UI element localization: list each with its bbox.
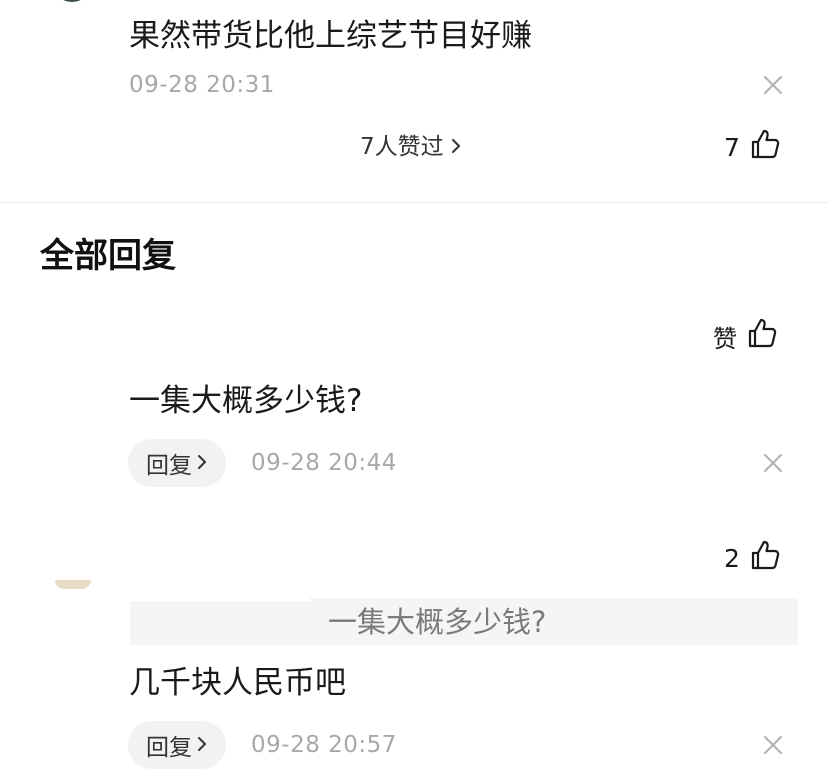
quoted-reply-text: 一集大概多少钱?	[328, 605, 547, 639]
thumbs-up-icon	[750, 128, 780, 166]
like-button[interactable]: 2	[724, 539, 780, 577]
avatar[interactable]	[55, 580, 91, 589]
thumbs-up-icon	[750, 539, 780, 577]
liked-by-link[interactable]: 7人赞过	[360, 131, 462, 163]
reply-text: 几千块人民币吧	[129, 665, 346, 701]
close-icon[interactable]	[762, 452, 784, 474]
reply-time: 09-28 20:57	[251, 732, 397, 758]
reply-button-label: 回复	[146, 453, 192, 479]
liked-by-label: 7人赞过	[360, 134, 444, 160]
like-count: 2	[724, 543, 740, 573]
like-button[interactable]: 7	[724, 128, 780, 166]
like-button[interactable]: 赞	[713, 317, 777, 355]
like-count: 7	[724, 132, 740, 162]
avatar[interactable]	[52, 0, 92, 2]
reply-button-label: 回复	[146, 735, 192, 761]
thumbs-up-icon	[747, 317, 777, 355]
reply-text: 一集大概多少钱?	[129, 383, 363, 419]
section-title: 全部回复	[40, 236, 176, 276]
reply-button[interactable]: 回复	[128, 721, 226, 769]
comment-text: 果然带货比他上综艺节目好赚	[129, 18, 532, 54]
reply-time: 09-28 20:44	[251, 450, 397, 476]
reply-button[interactable]: 回复	[128, 439, 226, 487]
close-icon[interactable]	[762, 74, 784, 96]
like-label: 赞	[713, 324, 737, 353]
divider	[0, 202, 828, 203]
close-icon[interactable]	[762, 734, 784, 756]
comment-time: 09-28 20:31	[129, 72, 275, 98]
chevron-right-icon	[196, 732, 208, 758]
chevron-right-icon	[196, 450, 208, 476]
chevron-right-icon	[450, 131, 462, 163]
